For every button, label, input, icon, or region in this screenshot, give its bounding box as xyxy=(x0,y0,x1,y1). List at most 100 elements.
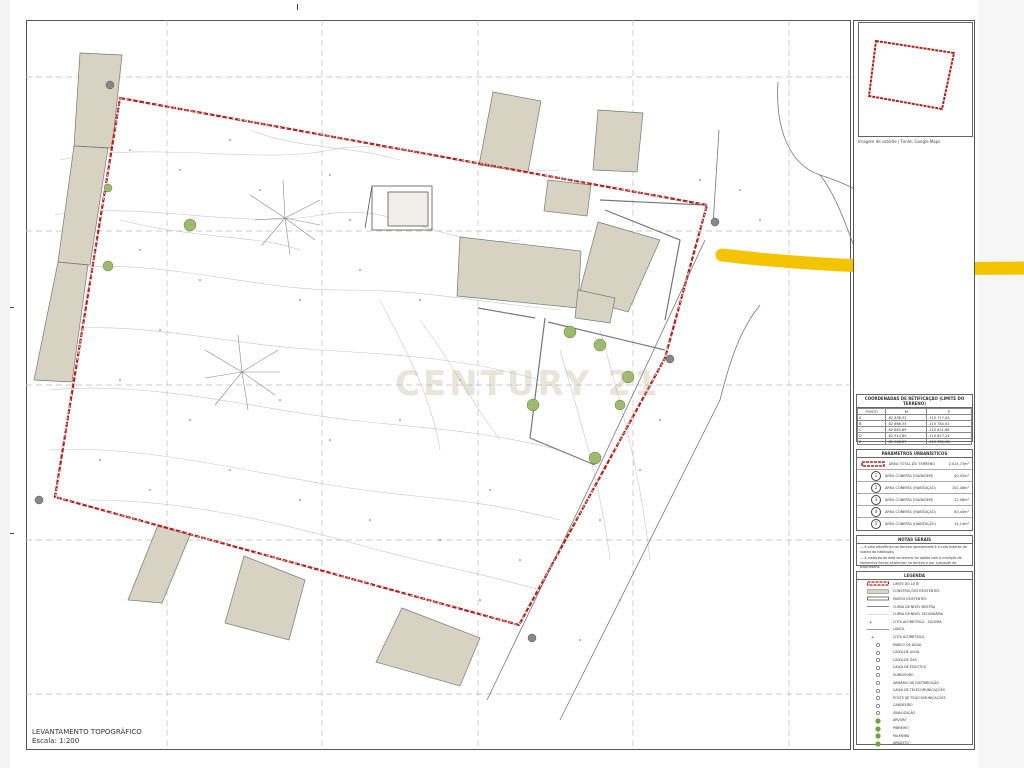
legend-item: MARCO DE ÁGUA xyxy=(857,641,972,649)
legend-label: COTA ALTIMÉTRICA - SOLEIRA xyxy=(893,619,942,624)
legend-item: CURVA DE NÍVEL MESTRA xyxy=(857,603,972,611)
arbusto-icon xyxy=(102,260,114,272)
legend-symbol-icon xyxy=(867,680,889,685)
legend-label: LIMITE DO LOTE xyxy=(893,581,920,586)
legend-label: ÁRVORE xyxy=(893,718,907,723)
legend-title: LEGENDA xyxy=(857,572,972,580)
marker-A xyxy=(105,80,115,90)
legend-symbol-icon xyxy=(867,733,889,739)
marker-D xyxy=(527,633,537,643)
legend-item: CURVA DE NÍVEL SECUNDÁRIA xyxy=(857,610,972,618)
area-number: 1 xyxy=(871,470,881,481)
area-value: 63,44m² xyxy=(954,509,969,514)
legend-item: CANDEEIRO xyxy=(857,702,972,710)
legend-symbol-icon: + xyxy=(867,634,889,640)
note-line: — A cota altimétrica do terreno apresent… xyxy=(860,545,968,554)
legend-item: CAIXA DE TELECOMUNICAÇÕES xyxy=(857,686,972,694)
pergola-structure xyxy=(364,185,433,231)
legend-item: ARBUSTO xyxy=(857,739,972,747)
neighbour-building xyxy=(33,261,89,383)
legend-label: PALMEIRA xyxy=(893,733,910,738)
legend-box: LEGENDA LIMITE DO LOTE CONSTRUÇÕES EXISTE… xyxy=(856,571,973,747)
parameters-title: PARÂMETROS URBANÍSTICOS xyxy=(857,450,972,458)
arbusto-icon xyxy=(103,183,113,193)
drawing-title-block: LEVANTAMENTO TOPOGRÁFICO Escala: 1:200 xyxy=(32,728,142,746)
arvore-icon xyxy=(593,338,607,352)
total-area-value: 2.024,73m² xyxy=(948,461,969,466)
legend-label: COTA ALTIMÉTRICA xyxy=(893,634,925,639)
legend-symbol-icon xyxy=(867,642,889,647)
marker-C xyxy=(665,354,675,364)
table-row: E -82 908,67 -115 782,08 xyxy=(856,438,972,445)
area-row: 4 ÁREA COBERTA (HABITAÇÃO) 63,44m² xyxy=(857,506,972,518)
legend-item: CAIXA DE ÁGUA xyxy=(857,648,972,656)
coords-cell: -82 908,67 xyxy=(885,438,928,445)
total-area-label: ÁREA TOTAL DO TERRENO xyxy=(889,461,936,466)
coordinates-box: COORDENADAS DE RETIFICAÇÃO (LIMITE DO TE… xyxy=(856,394,973,445)
building-1 xyxy=(543,179,592,217)
boundary-swatch xyxy=(861,460,885,467)
legend-symbol-icon xyxy=(867,604,889,609)
arvore-icon xyxy=(588,451,602,465)
neighbour-building xyxy=(224,555,306,641)
legend-list: LIMITE DO LOTE CONSTRUÇÕES EXISTENTES MURO… xyxy=(857,580,972,747)
legend-symbol-icon xyxy=(867,589,889,594)
coords-cell: -115 782,08 xyxy=(926,438,972,445)
legend-item: CONSTRUÇÕES EXISTENTES xyxy=(857,588,972,596)
legend-label: CAIXA DE GÁS xyxy=(893,657,917,662)
area-number: 4 xyxy=(871,506,881,517)
marker-B xyxy=(710,217,720,227)
building-2 xyxy=(456,236,582,309)
area-value: 102,48m² xyxy=(951,485,969,490)
legend-symbol-icon xyxy=(866,581,890,586)
legend-symbol-icon xyxy=(867,672,889,678)
area-number: 3 xyxy=(871,494,881,505)
neighbour-building xyxy=(375,607,481,687)
legend-symbol-icon xyxy=(867,725,889,732)
marker-E xyxy=(34,495,44,505)
legend-item: PINHEIRO xyxy=(857,724,972,732)
legend-item: MUROS EXISTENTES xyxy=(857,595,972,603)
legend-item: + COTA ALTIMÉTRICA - SOLEIRA xyxy=(857,618,972,626)
legend-item: POSTE DE TELECOMUNICAÇÕES xyxy=(857,694,972,702)
area-number: 2 xyxy=(871,482,881,493)
legend-symbol-icon xyxy=(867,657,889,663)
palmeira-icon xyxy=(249,179,321,256)
area-label: ÁREA COBERTA (GARAGEM) xyxy=(885,497,934,502)
neighbour-building xyxy=(127,524,191,604)
legend-label: SINALIZAÇÃO xyxy=(893,710,916,715)
coordinates-table: PONTO M P A -82 838,32 -115 717,02 B -82 86… xyxy=(856,408,972,445)
neighbour-building xyxy=(57,145,109,266)
legend-symbol-icon xyxy=(867,650,889,655)
legend-symbol-icon xyxy=(867,741,889,747)
legend-label: MARCO DE ÁGUA xyxy=(893,642,922,647)
arvore-icon xyxy=(183,218,197,232)
note-line: — A medição da área do terreno foi obtid… xyxy=(860,556,962,569)
legend-item: + COTA ALTIMÉTRICA xyxy=(857,633,972,641)
legend-item: CAIXA DE GÁS xyxy=(857,656,972,664)
notes-box: NOTAS GERAIS — A cota altimétrica do ter… xyxy=(856,535,973,569)
area-value: 22,06m² xyxy=(954,497,969,502)
legend-symbol-icon xyxy=(867,627,889,632)
neighbour-building xyxy=(592,109,644,173)
legend-item: LANCIL xyxy=(857,626,972,634)
legend-label: CURVA DE NÍVEL MESTRA xyxy=(893,604,935,609)
legend-item: CAIXA DE ESGOTOS xyxy=(857,664,972,672)
palmeira-icon xyxy=(204,334,280,411)
legend-label: SUMIDOURO xyxy=(893,672,914,677)
legend-label: MUROS EXISTENTES xyxy=(893,596,927,601)
legend-symbol-icon xyxy=(867,695,889,701)
neighbour-building xyxy=(478,91,542,173)
area-label: ÁREA COBERTA (HABITAÇÃO) xyxy=(885,521,936,526)
locator-caption: Imagem de satélite | Fonte: Google Maps xyxy=(858,139,941,144)
locator-map xyxy=(858,22,973,137)
svg-text:+: + xyxy=(869,620,872,625)
legend-symbol-icon xyxy=(867,688,889,693)
legend-symbol-icon: + xyxy=(867,619,889,625)
legend-label: CONSTRUÇÕES EXISTENTES xyxy=(893,589,940,594)
legend-label: CAIXA DE TELECOMUNICAÇÕES xyxy=(893,688,945,693)
legend-label: POSTE DE TELECOMUNICAÇÕES xyxy=(893,695,946,700)
drawing-scale: Escala: 1:200 xyxy=(32,737,80,745)
coords-cell: E xyxy=(856,438,887,445)
legend-item: SINALIZAÇÃO xyxy=(857,709,972,717)
